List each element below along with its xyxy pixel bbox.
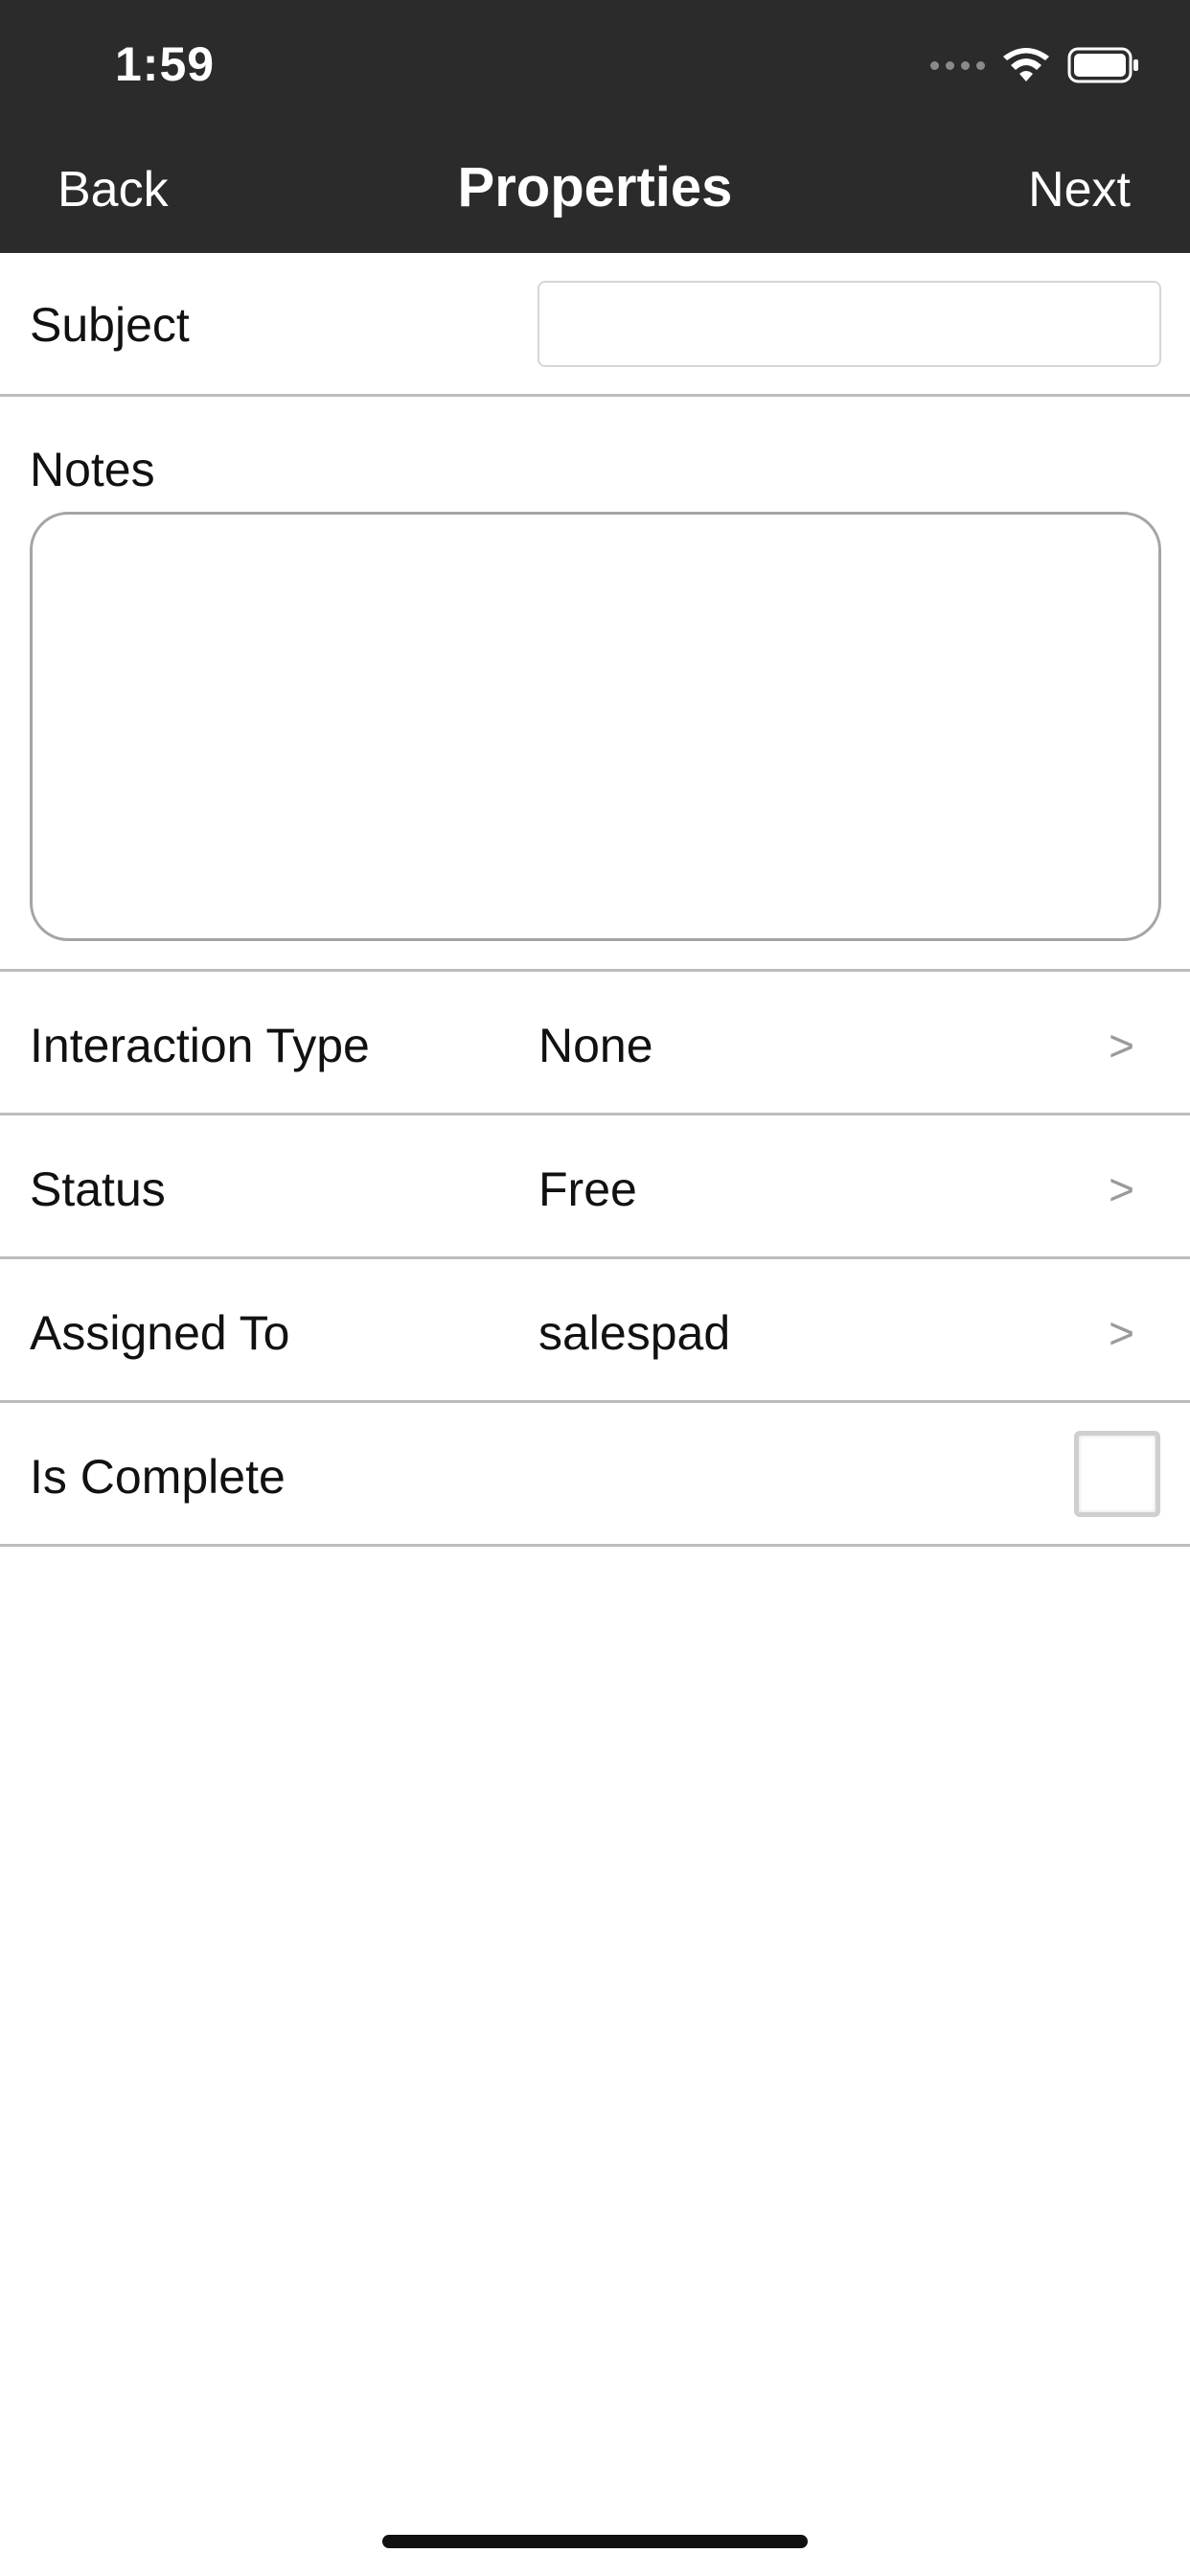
status-time: 1:59 [115,37,216,91]
cellular-signal-icon [930,60,985,70]
status-value: Free [538,1162,637,1216]
assigned-to-row[interactable]: Assigned To salespad > [0,1259,1190,1403]
assigned-to-value: salespad [538,1306,731,1360]
is-complete-label: Is Complete [30,1450,286,1504]
is-complete-row: Is Complete [0,1403,1190,1547]
status-row[interactable]: Status Free > [0,1116,1190,1259]
home-indicator [382,2535,808,2548]
notes-textarea[interactable] [30,512,1161,941]
subject-label: Subject [30,298,190,352]
is-complete-checkbox[interactable] [1074,1431,1160,1517]
status-icons [930,44,1140,86]
assigned-to-label: Assigned To [30,1306,290,1360]
interaction-type-row[interactable]: Interaction Type None > [0,972,1190,1116]
status-label: Status [30,1162,166,1216]
subject-row: Subject [0,253,1190,397]
app-header: 1:59 Back Properties Next [0,0,1190,253]
subject-input[interactable] [538,281,1161,367]
back-button[interactable]: Back [57,161,169,218]
chevron-right-icon: > [1109,1164,1134,1214]
properties-screen: 1:59 Back Properties Next Subject Notes … [0,0,1190,2576]
interaction-type-value: None [538,1019,653,1072]
page-title: Properties [457,156,733,218]
next-button[interactable]: Next [1028,161,1131,218]
notes-row: Notes [0,397,1190,972]
notes-label: Notes [30,443,155,496]
wifi-icon [1003,48,1049,81]
chevron-right-icon: > [1109,1021,1134,1070]
chevron-right-icon: > [1109,1308,1134,1358]
battery-icon [1067,47,1138,83]
interaction-type-label: Interaction Type [30,1019,370,1072]
